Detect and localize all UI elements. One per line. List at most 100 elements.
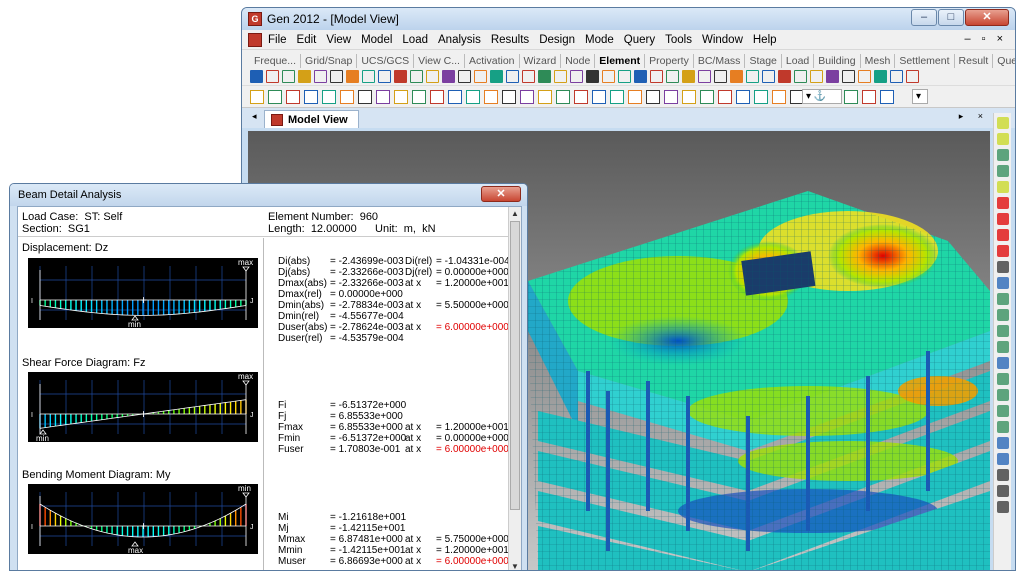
- view-tool-icon[interactable]: [996, 373, 1009, 385]
- standard-tool-icon[interactable]: [718, 89, 732, 104]
- element-tool-icon[interactable]: [410, 70, 423, 83]
- menu-query[interactable]: Query: [624, 34, 655, 46]
- standard-tool-icon[interactable]: [628, 89, 642, 104]
- tab-scroll-left-icon[interactable]: ◂: [252, 111, 257, 122]
- view-tool-icon[interactable]: [996, 213, 1009, 225]
- tab-wizard[interactable]: Wizard: [520, 54, 562, 68]
- dialog-scrollbar[interactable]: ▲ ▼: [508, 207, 521, 570]
- scroll-thumb[interactable]: [510, 221, 520, 510]
- standard-tool-icon[interactable]: [358, 89, 372, 104]
- view-tool-icon[interactable]: [996, 389, 1009, 401]
- tab-load[interactable]: Load: [782, 54, 815, 68]
- tab-building[interactable]: Building: [814, 54, 861, 68]
- view-tool-icon[interactable]: [996, 469, 1009, 481]
- element-tool-icon[interactable]: [314, 70, 327, 83]
- element-tool-icon[interactable]: [266, 70, 279, 83]
- menu-model[interactable]: Model: [361, 34, 392, 46]
- element-tool-icon[interactable]: [682, 70, 695, 83]
- tab-settlement[interactable]: Settlement: [895, 54, 955, 68]
- standard-tool-icon[interactable]: [466, 89, 480, 104]
- element-tool-icon[interactable]: [378, 70, 391, 83]
- standard-tool-icon[interactable]: [736, 89, 750, 104]
- element-tool-icon[interactable]: [650, 70, 663, 83]
- element-tool-icon[interactable]: [906, 70, 919, 83]
- element-tool-icon[interactable]: [394, 70, 407, 83]
- dialog-close-button[interactable]: ✕: [481, 186, 521, 202]
- view-tool-icon[interactable]: [996, 341, 1009, 353]
- view-tool-icon[interactable]: [996, 229, 1009, 241]
- tab-nav-icons[interactable]: ▸ ×: [959, 111, 989, 122]
- view-tool-icon[interactable]: [996, 181, 1009, 193]
- element-tool-icon[interactable]: [826, 70, 839, 83]
- element-tool-icon[interactable]: [522, 70, 535, 83]
- menu-results[interactable]: Results: [491, 34, 529, 46]
- standard-tool-icon[interactable]: [592, 89, 606, 104]
- element-tool-icon[interactable]: [330, 70, 343, 83]
- tab-element[interactable]: Element: [595, 54, 646, 68]
- tab-grid-snap[interactable]: Grid/Snap: [301, 54, 358, 68]
- maximize-button[interactable]: □: [938, 9, 964, 26]
- view-tool-icon[interactable]: [996, 325, 1009, 337]
- tab-property[interactable]: Property: [645, 54, 694, 68]
- standard-tool-icon[interactable]: [430, 89, 444, 104]
- view-tool-icon[interactable]: [996, 405, 1009, 417]
- tab-ucs-gcs[interactable]: UCS/GCS: [357, 54, 415, 68]
- element-tool-icon[interactable]: [346, 70, 359, 83]
- view-tool-icon[interactable]: [996, 245, 1009, 257]
- menu-design[interactable]: Design: [539, 34, 575, 46]
- minimize-button[interactable]: –: [911, 9, 937, 26]
- tab-model-view[interactable]: Model View: [264, 110, 359, 128]
- element-tool-icon[interactable]: [298, 70, 311, 83]
- element-tool-icon[interactable]: [762, 70, 775, 83]
- menu-edit[interactable]: Edit: [297, 34, 317, 46]
- standard-tool-icon[interactable]: [502, 89, 516, 104]
- standard-tool-icon[interactable]: [772, 89, 786, 104]
- standard-tool-icon[interactable]: [646, 89, 660, 104]
- view-tool-icon[interactable]: [996, 133, 1009, 145]
- element-tool-icon[interactable]: [714, 70, 727, 83]
- view-tool-icon[interactable]: [996, 309, 1009, 321]
- standard-tool-icon[interactable]: [664, 89, 678, 104]
- element-tool-icon[interactable]: [474, 70, 487, 83]
- element-tool-icon[interactable]: [442, 70, 455, 83]
- view-tool-icon[interactable]: [996, 165, 1009, 177]
- element-tool-icon[interactable]: [570, 70, 583, 83]
- element-tool-icon[interactable]: [778, 70, 791, 83]
- menu-help[interactable]: Help: [753, 34, 777, 46]
- menu-file[interactable]: File: [268, 34, 287, 46]
- toolbar-dropdown-2[interactable]: ▾: [912, 89, 928, 104]
- element-tool-icon[interactable]: [602, 70, 615, 83]
- view-tool-icon[interactable]: [996, 293, 1009, 305]
- element-tool-icon[interactable]: [426, 70, 439, 83]
- close-button[interactable]: ✕: [965, 9, 1009, 26]
- tab-view-c[interactable]: View C...: [414, 54, 465, 68]
- standard-tool-icon[interactable]: [556, 89, 570, 104]
- element-tool-icon[interactable]: [874, 70, 887, 83]
- view-tool-icon[interactable]: [996, 149, 1009, 161]
- standard-tool-icon[interactable]: [484, 89, 498, 104]
- element-tool-icon[interactable]: [730, 70, 743, 83]
- standard-tool-icon[interactable]: [340, 89, 354, 104]
- tab-frequent[interactable]: Freque...: [250, 54, 302, 68]
- standard-tool-icon[interactable]: [322, 89, 336, 104]
- view-tool-icon[interactable]: [996, 277, 1009, 289]
- element-tool-icon[interactable]: [858, 70, 871, 83]
- element-tool-icon[interactable]: [490, 70, 503, 83]
- standard-tool-icon[interactable]: [880, 89, 894, 104]
- scroll-up-icon[interactable]: ▲: [509, 209, 521, 218]
- view-tool-icon[interactable]: [996, 197, 1009, 209]
- view-tool-icon[interactable]: [996, 437, 1009, 449]
- tab-query[interactable]: Query: [993, 54, 1015, 68]
- standard-tool-icon[interactable]: [394, 89, 408, 104]
- element-tool-icon[interactable]: [554, 70, 567, 83]
- standard-tool-icon[interactable]: [376, 89, 390, 104]
- element-tool-icon[interactable]: [362, 70, 375, 83]
- standard-tool-icon[interactable]: [754, 89, 768, 104]
- menu-load[interactable]: Load: [402, 34, 428, 46]
- standard-tool-icon[interactable]: [250, 89, 264, 104]
- menu-tools[interactable]: Tools: [665, 34, 692, 46]
- view-tool-icon[interactable]: [996, 261, 1009, 273]
- menu-window[interactable]: Window: [702, 34, 743, 46]
- standard-tool-icon[interactable]: [682, 89, 696, 104]
- element-tool-icon[interactable]: [810, 70, 823, 83]
